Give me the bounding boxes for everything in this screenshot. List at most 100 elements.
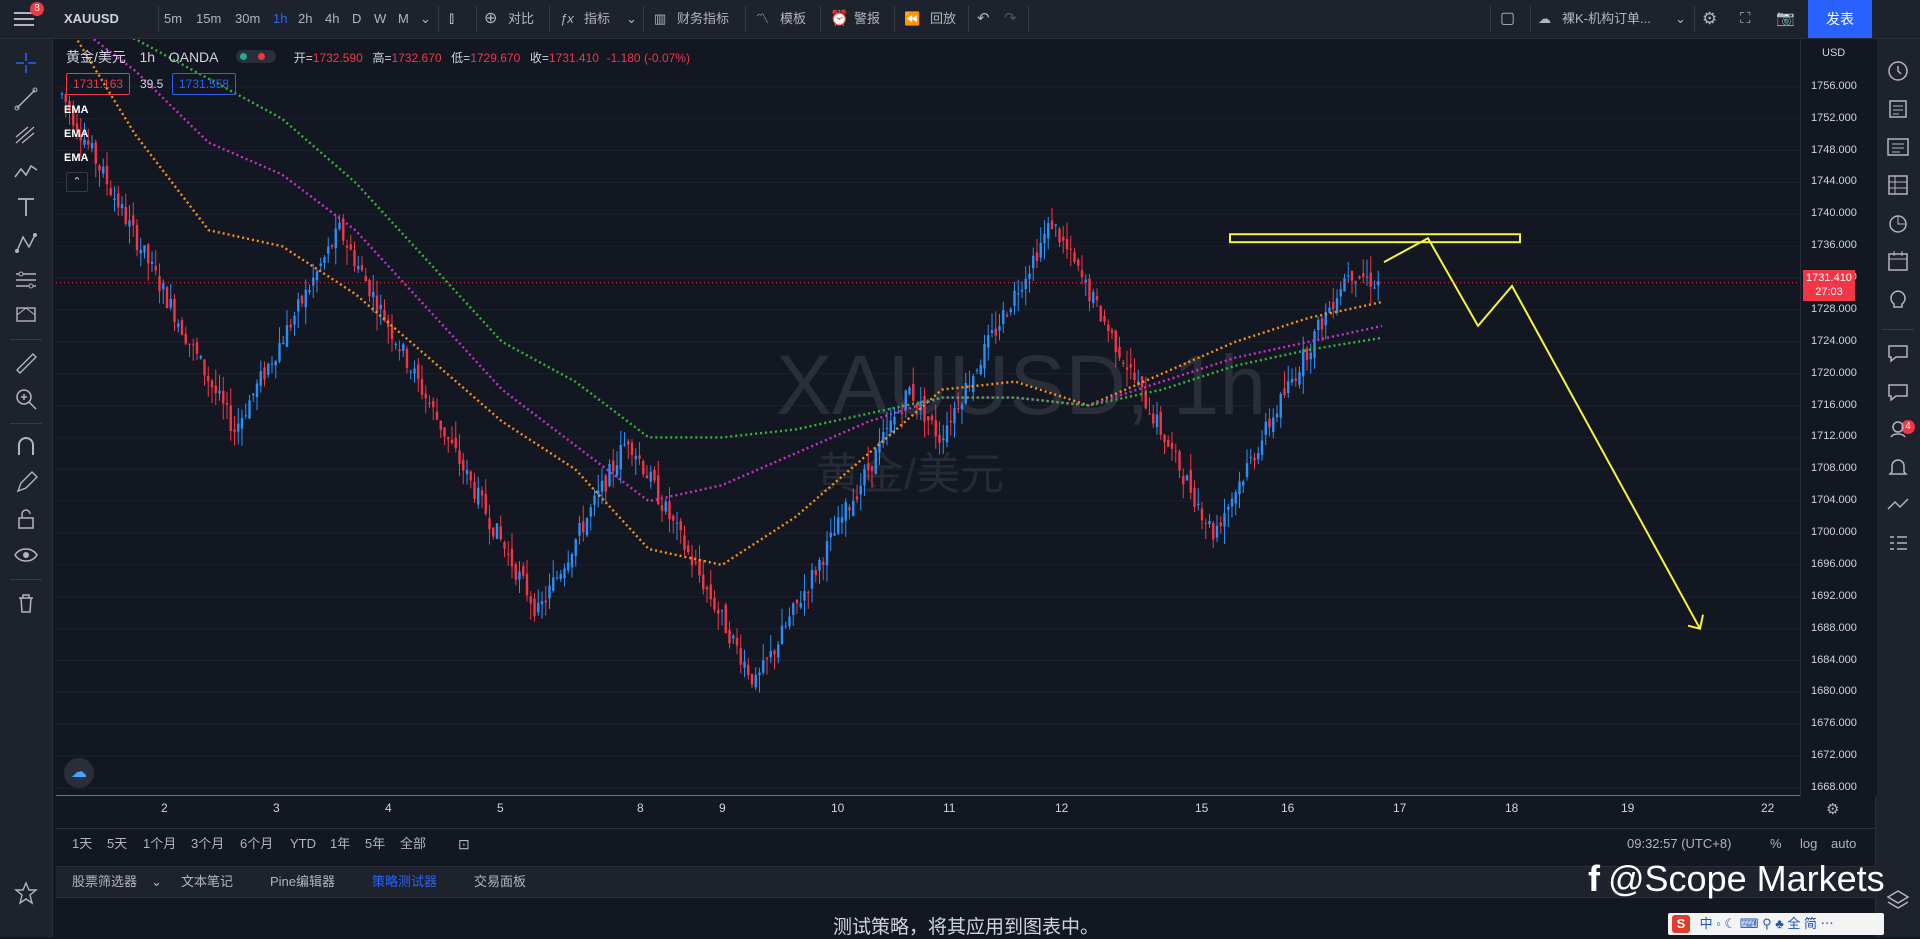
calendar-icon[interactable] — [1884, 247, 1912, 275]
ruler-icon[interactable] — [12, 349, 40, 377]
auto-toggle[interactable]: auto — [1831, 829, 1856, 859]
fib-icon[interactable] — [12, 121, 40, 149]
settings-gear-icon[interactable]: ⚙ — [1702, 0, 1717, 38]
undo-icon[interactable]: ↶ — [977, 0, 990, 38]
interval-4h[interactable]: 4h — [325, 0, 339, 38]
interval-w[interactable]: W — [374, 0, 386, 38]
compare-plus-icon[interactable]: ⊕ — [484, 0, 497, 38]
magnet-icon[interactable] — [12, 433, 40, 461]
range-6m[interactable]: 6个月 — [240, 829, 273, 859]
eye-icon[interactable] — [12, 541, 40, 569]
axis-settings-gear-icon[interactable]: ⚙ — [1826, 800, 1839, 818]
trend-line-icon[interactable] — [12, 85, 40, 113]
forecast-icon[interactable] — [12, 229, 40, 257]
text-tool-icon[interactable] — [12, 193, 40, 221]
templates-icon[interactable]: 〽 — [756, 0, 769, 38]
resistance-zone-box[interactable] — [1229, 233, 1521, 244]
interval-2h[interactable]: 2h — [298, 0, 312, 38]
pattern-icon[interactable] — [12, 157, 40, 185]
cloud-icon[interactable]: ☁ — [1538, 0, 1551, 38]
notifications-bell-icon[interactable] — [1884, 453, 1912, 481]
interval-15m[interactable]: 15m — [196, 0, 221, 38]
ideas-bulb-icon[interactable] — [1884, 285, 1912, 313]
percent-toggle[interactable]: % — [1770, 829, 1782, 859]
weather-cloud-icon[interactable]: ☁ — [64, 758, 94, 788]
redo-icon[interactable]: ↷ — [1004, 0, 1017, 38]
range-1y[interactable]: 1年 — [330, 829, 350, 859]
tab-trading-panel[interactable]: 交易面板 — [474, 867, 526, 897]
layout-dropdown-icon[interactable]: ⌄ — [1675, 0, 1686, 38]
collapse-legend-button[interactable]: ⌃ — [66, 172, 88, 192]
hotlist-icon[interactable] — [1884, 209, 1912, 237]
legend-title[interactable]: 黄金/美元 — [66, 49, 126, 65]
projection-path[interactable] — [1383, 236, 1701, 630]
price-chart[interactable]: XAUUSD, 1h 黄金/美元 — [56, 39, 1800, 796]
compare-button[interactable]: 对比 — [508, 0, 534, 38]
ema-label-1[interactable]: EMA — [64, 104, 88, 116]
tab-pine-editor[interactable]: Pine编辑器 — [270, 867, 335, 897]
ask-price[interactable]: 1731.558 — [172, 73, 237, 95]
goto-date-icon[interactable]: ⊡ — [458, 829, 470, 859]
trash-icon[interactable] — [12, 589, 40, 617]
range-5y[interactable]: 5年 — [365, 829, 385, 859]
replay-button[interactable]: 回放 — [930, 0, 956, 38]
layers-icon[interactable] — [1884, 885, 1912, 913]
price-axis[interactable]: 1756.000 1752.000 1748.000 1744.000 1740.000… — [1800, 39, 1877, 796]
range-1d[interactable]: 1天 — [72, 829, 92, 859]
alerts-list-icon[interactable] — [1884, 95, 1912, 123]
interval-d[interactable]: D — [352, 0, 361, 38]
interval-5m[interactable]: 5m — [164, 0, 182, 38]
interval-1h[interactable]: 1h — [273, 0, 287, 38]
favorites-star-icon[interactable] — [12, 879, 40, 907]
object-tree-icon[interactable] — [1884, 529, 1912, 557]
indicators-fx-icon[interactable]: ƒx — [560, 0, 574, 38]
crosshair-icon[interactable] — [12, 49, 40, 77]
candle-type-icon[interactable]: ⫾ — [449, 0, 454, 38]
flag-icon[interactable] — [12, 301, 40, 329]
watchlist-icon[interactable] — [1884, 57, 1912, 85]
news-icon[interactable] — [1884, 133, 1912, 161]
bid-price[interactable]: 1731.163 — [66, 73, 131, 95]
templates-button[interactable]: 模板 — [780, 0, 806, 38]
streams-icon[interactable] — [1884, 415, 1912, 443]
range-5d[interactable]: 5天 — [107, 829, 127, 859]
ema-label-3[interactable]: EMA — [64, 152, 88, 164]
range-all[interactable]: 全部 — [400, 829, 426, 859]
data-window-icon[interactable] — [1884, 171, 1912, 199]
axis-currency[interactable]: USD — [1822, 47, 1846, 59]
measure-icon[interactable] — [12, 265, 40, 293]
symbol-search[interactable]: XAUUSD — [64, 0, 119, 38]
tab-strategy-tester[interactable]: 策略测试器 — [372, 867, 437, 897]
indicators-button[interactable]: 指标 — [584, 0, 610, 38]
interval-dropdown-icon[interactable]: ⌄ — [420, 0, 431, 38]
messages-icon[interactable] — [1884, 377, 1912, 405]
log-toggle[interactable]: log — [1800, 829, 1817, 859]
fullscreen-icon[interactable]: ⛶ — [1740, 0, 1751, 38]
financials-icon[interactable]: ▥ — [654, 0, 666, 38]
tab-text-notes[interactable]: 文本笔记 — [181, 867, 233, 897]
alert-clock-icon[interactable]: ⏰ — [830, 0, 849, 38]
interval-m[interactable]: M — [398, 0, 409, 38]
ema-line[interactable] — [62, 39, 1383, 567]
financials-button[interactable]: 财务指标 — [677, 0, 729, 38]
tab-stock-screener[interactable]: 股票筛选器 — [72, 867, 137, 897]
replay-icon[interactable]: ⏪ — [904, 0, 920, 38]
range-1m[interactable]: 1个月 — [143, 829, 176, 859]
market-status-icon[interactable] — [236, 50, 277, 63]
range-ytd[interactable]: YTD — [290, 829, 316, 859]
stay-drawing-icon[interactable] — [12, 469, 40, 497]
chat-icon[interactable] — [1884, 339, 1912, 367]
lock-icon[interactable] — [12, 505, 40, 533]
alert-button[interactable]: 警报 — [854, 0, 880, 38]
range-3m[interactable]: 3个月 — [191, 829, 224, 859]
layout-name[interactable]: 裸K-机构订单... — [1562, 0, 1651, 38]
screener-dropdown-icon[interactable]: ⌄ — [151, 867, 162, 897]
time-axis[interactable]: 2 3 4 5 8 9 10 11 12 15 16 17 18 19 22 — [56, 797, 1800, 821]
interval-30m[interactable]: 30m — [235, 0, 260, 38]
ema-label-2[interactable]: EMA — [64, 128, 88, 140]
indicators-dropdown-icon[interactable]: ⌄ — [626, 0, 637, 38]
publish-button[interactable]: 发表 — [1808, 0, 1872, 38]
zoom-in-icon[interactable] — [12, 385, 40, 413]
layout-square-icon[interactable]: ▢ — [1500, 0, 1515, 38]
clock-time[interactable]: 09:32:57 (UTC+8) — [1627, 829, 1731, 859]
